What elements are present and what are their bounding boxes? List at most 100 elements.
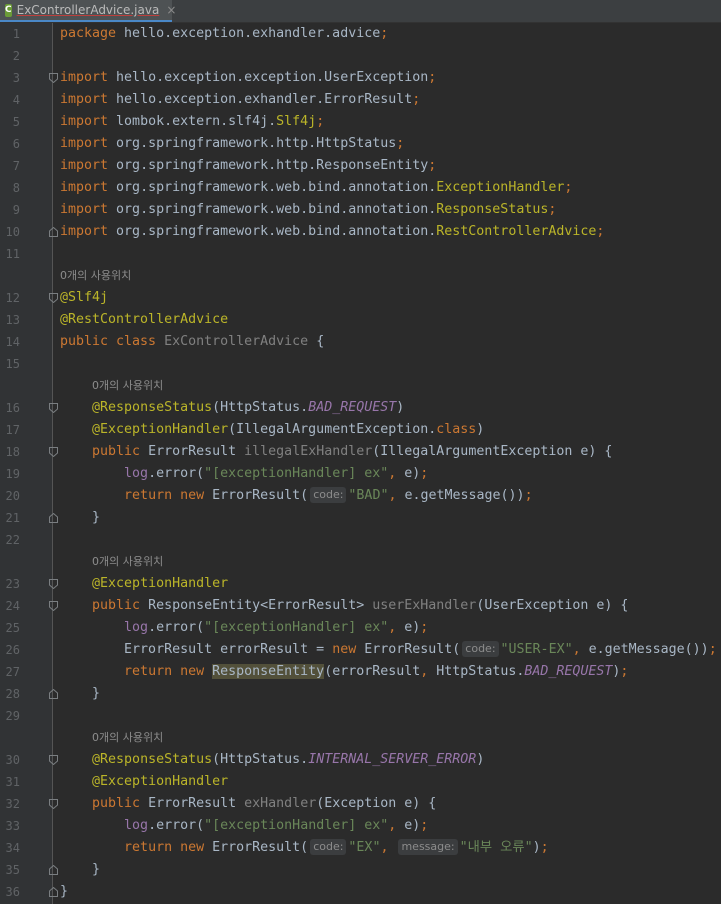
parameter-hint: message: <box>398 839 458 855</box>
usage-hint[interactable]: 0개의 사용위치 <box>92 551 163 573</box>
line-number: 21 <box>5 511 20 525</box>
code-line[interactable]: import org.springframework.http.HttpStat… <box>60 133 404 155</box>
code-line[interactable]: } <box>60 859 100 881</box>
parameter-hint: code: <box>310 839 347 855</box>
code-token: ) <box>532 840 541 855</box>
code-token: public <box>92 796 149 811</box>
fold-end-icon[interactable] <box>49 513 58 523</box>
line-number: 24 <box>5 599 20 613</box>
code-token: ; <box>524 488 533 503</box>
code-token: (Exception e) { <box>316 796 437 811</box>
line-number: 13 <box>5 313 20 327</box>
fold-end-icon[interactable] <box>49 689 58 699</box>
code-line[interactable]: public ErrorResult illegalExHandler(Ille… <box>60 441 612 463</box>
code-line[interactable]: @ExceptionHandler <box>60 771 228 793</box>
code-token: BAD_REQUEST <box>524 664 613 679</box>
code-line[interactable]: @ExceptionHandler <box>60 573 228 595</box>
code-line[interactable]: @RestControllerAdvice <box>60 309 228 331</box>
code-line[interactable]: return new ErrorResult(code: "BAD", e.get… <box>60 485 533 507</box>
code-line[interactable]: @ResponseStatus(HttpStatus.BAD_REQUEST) <box>60 397 404 419</box>
line-number: 23 <box>5 577 20 591</box>
code-token: ; <box>540 840 549 855</box>
code-token: ErrorResult( <box>212 488 309 503</box>
code-token: @RestControllerAdvice <box>60 312 229 327</box>
fold-collapse-icon[interactable] <box>49 73 58 83</box>
code-token: HttpStatus. <box>436 664 525 679</box>
code-line[interactable]: log.error("[exceptionHandler] ex", e); <box>60 815 428 837</box>
code-token: @ExceptionHandler <box>92 774 229 789</box>
code-token: , <box>420 664 437 679</box>
file-tab[interactable]: C ExControllerAdvice.java × <box>0 0 176 22</box>
code-line[interactable]: log.error("[exceptionHandler] ex", e); <box>60 463 428 485</box>
code-line[interactable]: @ExceptionHandler(IllegalArgumentExcepti… <box>60 419 484 441</box>
code-line[interactable]: } <box>60 881 68 903</box>
code-token: org.springframework.web.bind.annotation. <box>116 224 437 239</box>
code-line[interactable]: package hello.exception.exhandler.advice… <box>60 23 388 45</box>
line-number: 2 <box>12 49 20 63</box>
file-tab-label[interactable]: ExControllerAdvice.java <box>17 3 160 17</box>
line-number: 20 <box>5 489 20 503</box>
code-token: package <box>60 26 125 41</box>
line-number: 6 <box>12 137 20 151</box>
code-line[interactable]: import org.springframework.web.bind.anno… <box>60 199 556 221</box>
line-number: 19 <box>5 467 20 481</box>
code-token: ; <box>420 466 429 481</box>
code-line[interactable]: return new ResponseEntity(errorResult, H… <box>60 661 628 683</box>
code-line[interactable]: @Slf4j <box>60 287 108 309</box>
code-line[interactable]: import hello.exception.exhandler.ErrorRe… <box>60 89 420 111</box>
line-number: 31 <box>5 775 20 789</box>
code-token: "[exceptionHandler] ex" <box>204 818 389 833</box>
code-line[interactable]: public class ExControllerAdvice { <box>60 331 324 353</box>
fold-end-icon[interactable] <box>49 227 58 237</box>
code-token: return new <box>124 664 213 679</box>
usage-hint[interactable]: 0개의 사용위치 <box>92 727 163 749</box>
fold-end-icon[interactable] <box>49 865 58 875</box>
code-token: , <box>572 642 589 657</box>
code-token: ; <box>564 180 573 195</box>
code-line[interactable]: import lombok.extern.slf4j.Slf4j; <box>60 111 324 133</box>
code-line[interactable]: @ResponseStatus(HttpStatus.INTERNAL_SERV… <box>60 749 484 771</box>
code-line[interactable]: return new ErrorResult(code: "EX", messag… <box>60 837 549 859</box>
code-token: (IllegalArgumentException. <box>228 422 437 437</box>
line-number: 34 <box>5 841 20 855</box>
code-token: } <box>60 862 101 877</box>
code-line[interactable]: public ResponseEntity<ErrorResult> userE… <box>60 595 628 617</box>
code-token: BAD_REQUEST <box>308 400 397 415</box>
code-line[interactable]: import hello.exception.exception.UserExc… <box>60 67 436 89</box>
line-number: 7 <box>12 159 20 173</box>
fold-collapse-icon[interactable] <box>49 601 58 611</box>
code-line[interactable]: ErrorResult errorResult = new ErrorResul… <box>60 639 717 661</box>
code-token: ; <box>596 224 605 239</box>
code-line[interactable]: import org.springframework.web.bind.anno… <box>60 221 604 243</box>
fold-collapse-icon[interactable] <box>49 293 58 303</box>
code-token: ErrorResult( <box>364 642 461 657</box>
code-line[interactable]: import org.springframework.http.Response… <box>60 155 436 177</box>
fold-collapse-icon[interactable] <box>49 579 58 589</box>
line-number: 17 <box>5 423 20 437</box>
usage-hint[interactable]: 0개의 사용위치 <box>92 375 163 397</box>
code-token: .error( <box>148 818 205 833</box>
code-token: RestControllerAdvice <box>436 224 597 239</box>
editor-tab-bar: C ExControllerAdvice.java × <box>0 0 721 23</box>
code-token: org.springframework.web.bind.annotation. <box>116 180 437 195</box>
fold-collapse-icon[interactable] <box>49 447 58 457</box>
line-number: 14 <box>5 335 20 349</box>
fold-collapse-icon[interactable] <box>49 755 58 765</box>
fold-collapse-icon[interactable] <box>49 403 58 413</box>
code-token: import <box>60 180 117 195</box>
code-line[interactable]: } <box>60 507 100 529</box>
fold-end-icon[interactable] <box>49 887 58 897</box>
code-token: return new <box>124 488 213 503</box>
code-line[interactable]: import org.springframework.web.bind.anno… <box>60 177 572 199</box>
line-number: 32 <box>5 797 20 811</box>
code-token: ; <box>548 202 557 217</box>
code-line[interactable]: } <box>60 683 100 705</box>
usage-hint[interactable]: 0개의 사용위치 <box>60 265 131 287</box>
code-token: e.getMessage()) <box>588 642 709 657</box>
fold-collapse-icon[interactable] <box>49 799 58 809</box>
code-line[interactable]: log.error("[exceptionHandler] ex", e); <box>60 617 428 639</box>
close-tab-icon[interactable]: × <box>166 3 176 17</box>
code-line[interactable]: public ErrorResult exHandler(Exception e… <box>60 793 436 815</box>
